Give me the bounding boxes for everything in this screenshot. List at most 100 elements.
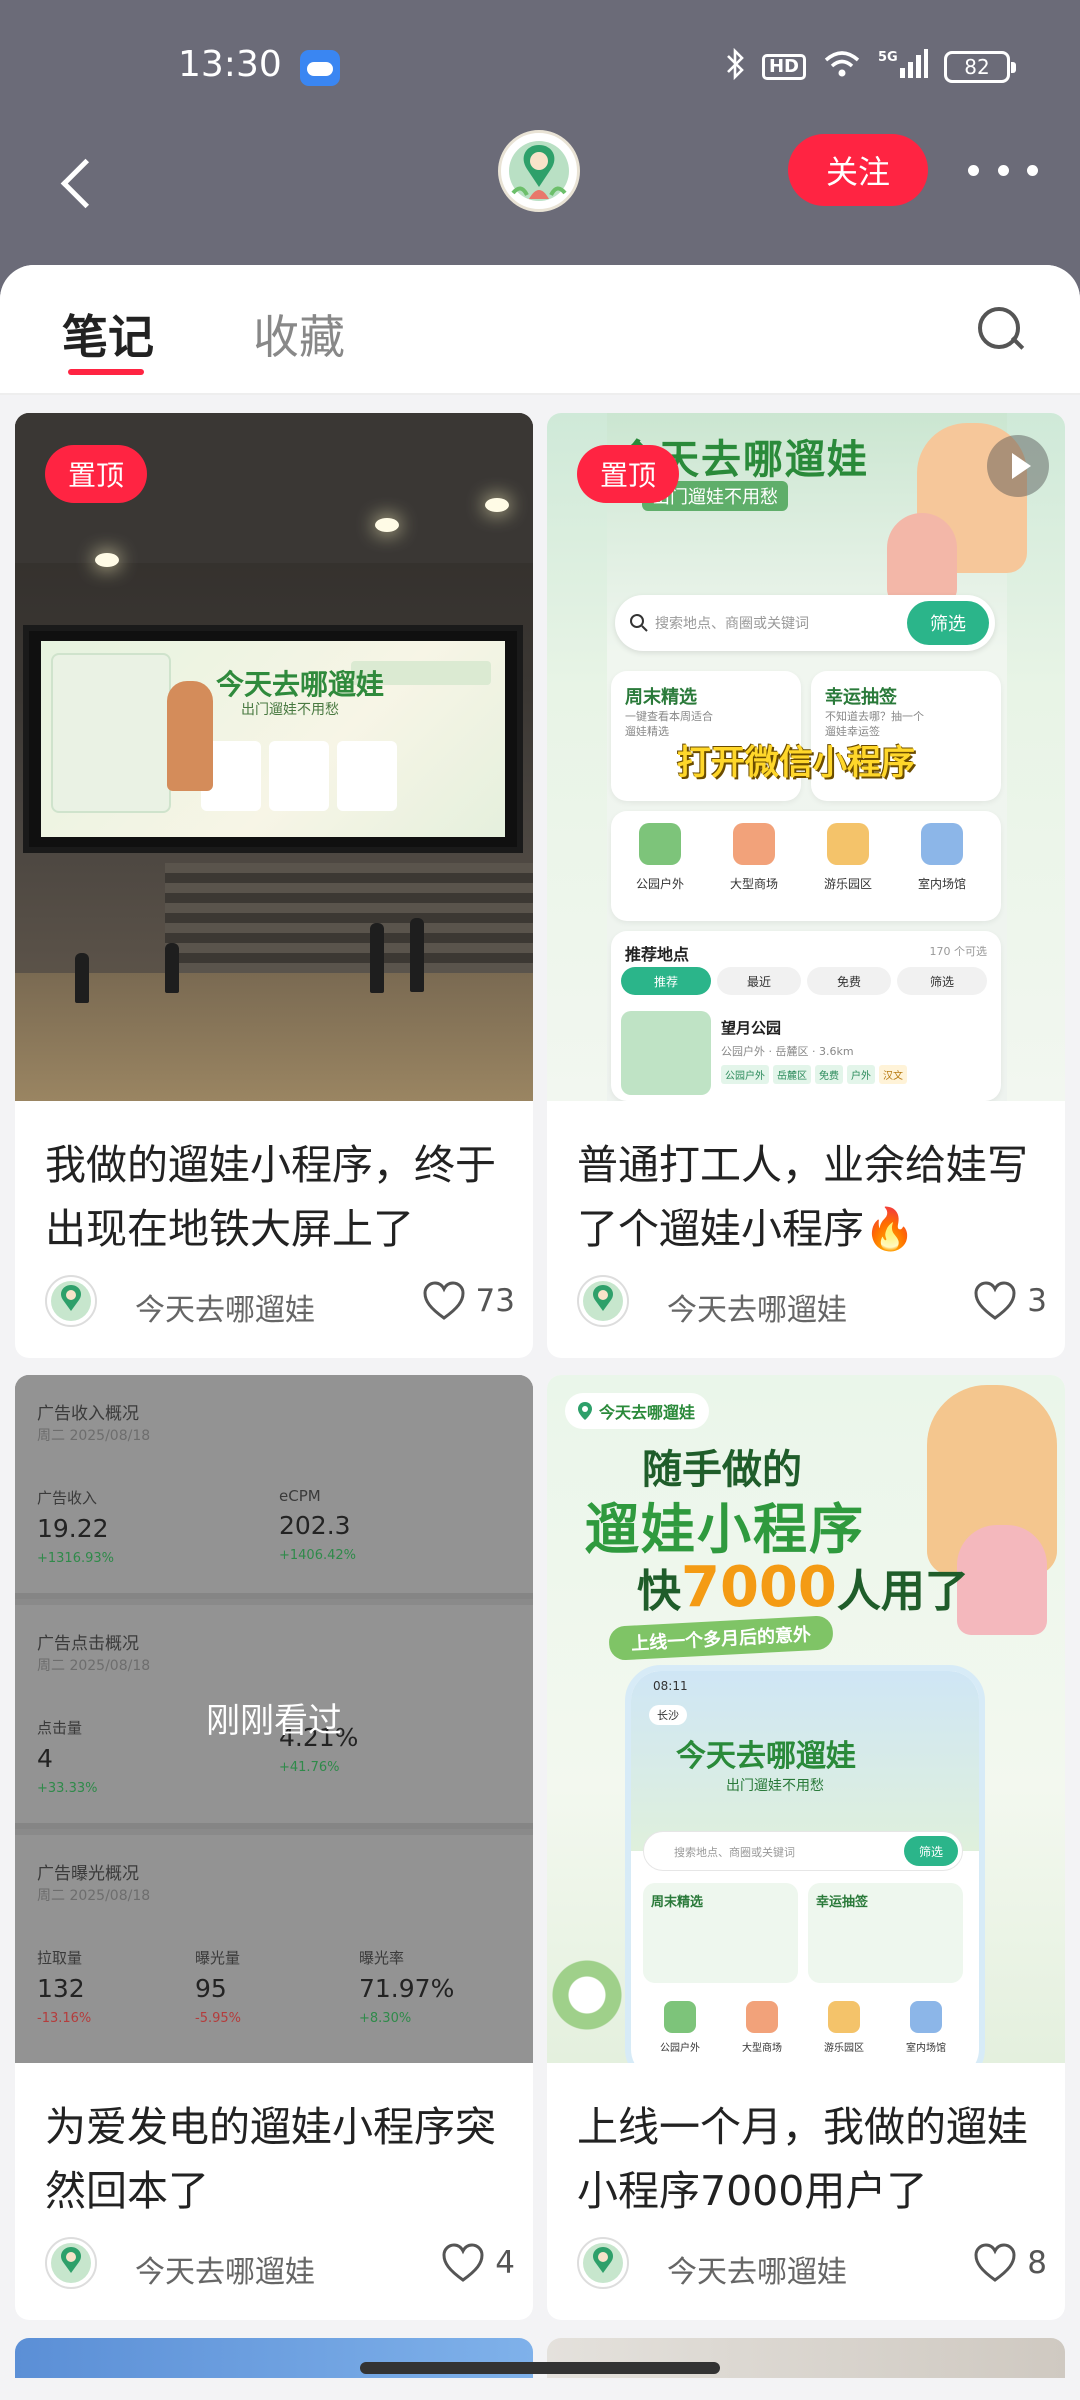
like-button[interactable]: 4 — [441, 2243, 515, 2283]
heart-icon — [442, 2243, 484, 2282]
stats-section-title: 广告点击概况 — [37, 1634, 139, 1654]
profile-avatar[interactable] — [498, 130, 580, 212]
venue-icon — [910, 2001, 942, 2033]
more-dot-icon — [968, 164, 979, 176]
app-search-placeholder: 搜索地点、商圈或关键词 — [655, 616, 809, 632]
author-name[interactable]: 今天去哪遛娃 — [667, 1285, 847, 1329]
author-name[interactable]: 今天去哪遛娃 — [135, 2247, 315, 2291]
stat-change: +8.30% — [359, 2011, 412, 2026]
app-character — [887, 513, 957, 603]
note-meta: 今天去哪遛娃 3 — [577, 1271, 1047, 1331]
poster-user-count: 7000 — [681, 1555, 837, 1620]
poster-character — [957, 1525, 1047, 1635]
search-icon — [630, 614, 648, 632]
author-avatar[interactable] — [45, 2237, 97, 2289]
poster-tag-label: 今天去哪遛娃 — [599, 1403, 696, 1422]
stat-value: 95 — [195, 1974, 227, 2003]
stat-change: -5.95% — [195, 2011, 241, 2026]
phone-location: 长沙 — [649, 1705, 687, 1725]
stat-value: 71.97% — [359, 1974, 455, 2003]
note-cover-image: 今天去哪遛娃 随手做的 遛娃小程序 快7000人用了 上线一个多月后的意外 08… — [547, 1375, 1065, 2063]
venue-icon — [921, 823, 963, 865]
like-button[interactable]: 8 — [973, 2243, 1047, 2283]
category-label: 室内场馆 — [906, 2043, 946, 2054]
phone-card-weekend: 周末精选 — [643, 1883, 798, 1983]
recommend-chip: 最近 — [717, 967, 801, 995]
home-indicator[interactable] — [360, 2362, 720, 2374]
author-name[interactable]: 今天去哪遛娃 — [667, 2247, 847, 2291]
stats-section-date: 周二 2025/08/18 — [37, 1428, 151, 1444]
stats-section-title: 广告曝光概况 — [37, 1864, 139, 1884]
author-avatar[interactable] — [577, 1275, 629, 1327]
carousel-icon — [828, 2001, 860, 2033]
note-card[interactable]: 今天去哪遛娃 出门遛娃不用愁 搜索地点、商圈或关键词 筛选 周末精选 一键查看本… — [547, 413, 1065, 1358]
phone-filter-button: 筛选 — [904, 1836, 958, 1866]
search-icon[interactable] — [976, 305, 1026, 355]
stats-section-revenue: 广告收入概况 周二 2025/08/18 广告收入 19.22 +1316.93… — [15, 1375, 533, 1599]
follow-button[interactable]: 关注 — [788, 134, 928, 206]
weather-icon — [300, 50, 340, 86]
phone-time: 08:11 — [653, 1679, 688, 1693]
hd-icon: HD — [761, 53, 806, 80]
place-name: 望月公园 — [721, 1019, 782, 1037]
stat-change: -13.16% — [37, 2011, 92, 2026]
author-avatar[interactable] — [577, 2237, 629, 2289]
recommend-chip: 筛选 — [897, 967, 987, 995]
phone-search-placeholder: 搜索地点、商圈或关键词 — [674, 1846, 795, 1859]
place-tag: 汉文 — [879, 1065, 907, 1084]
stat-change: +33.33% — [37, 1781, 98, 1796]
note-cover-image: 今天去哪遛娃 出门遛娃不用愁 搜索地点、商圈或关键词 筛选 周末精选 一键查看本… — [547, 413, 1065, 1101]
billboard-tile — [269, 741, 329, 811]
passenger — [165, 943, 179, 993]
back-button[interactable] — [42, 144, 102, 214]
wifi-icon — [822, 48, 862, 85]
phone-title: 今天去哪遛娃 — [676, 1739, 856, 1774]
content-sheet: 笔记 收藏 今天去哪遛娃 出门遛娃不用愁 置顶 我做的遛娃小程序，终于出现在地铁… — [0, 265, 1080, 2400]
park-icon — [639, 823, 681, 865]
note-title: 普通打工人，业余给娃写了个遛娃小程序🔥 — [577, 1141, 1028, 1253]
mall-icon — [746, 2001, 778, 2033]
stat-value: 4 — [37, 1744, 53, 1773]
place-tags: 公园户外 岳麓区 免费 户外 汉文 — [721, 1065, 907, 1084]
note-card[interactable]: 广告收入概况 周二 2025/08/18 广告收入 19.22 +1316.93… — [15, 1375, 533, 2320]
like-button[interactable]: 73 — [422, 1281, 515, 1321]
poster-line-3: 快7000人用了 — [637, 1555, 969, 1620]
like-button[interactable]: 3 — [973, 1281, 1047, 1321]
note-title: 我做的遛娃小程序，终于出现在地铁大屏上了 — [45, 1141, 496, 1253]
place-tag: 户外 — [847, 1065, 875, 1084]
like-count: 8 — [1027, 2245, 1047, 2281]
park-icon — [664, 2001, 696, 2033]
mall-icon — [733, 823, 775, 865]
screen-root: { "status_bar": {"time": "13:30", "netwo… — [0, 0, 1080, 2400]
note-cover-image: 广告收入概况 周二 2025/08/18 广告收入 19.22 +1316.93… — [15, 1375, 533, 2063]
note-card[interactable]: 今天去哪遛娃 随手做的 遛娃小程序 快7000人用了 上线一个多月后的意外 08… — [547, 1375, 1065, 2320]
app-card-title: 周末精选 — [625, 687, 697, 708]
place-tag: 免费 — [815, 1065, 843, 1084]
like-count: 3 — [1027, 1283, 1047, 1319]
phone-category: 室内场馆 — [889, 2001, 963, 2054]
more-options-button[interactable] — [968, 152, 1038, 188]
note-title: 上线一个月，我做的遛娃小程序7000用户了 — [577, 2103, 1028, 2215]
pinned-badge: 置顶 — [577, 445, 679, 503]
ceiling-light — [485, 498, 509, 512]
author-avatar[interactable] — [45, 1275, 97, 1327]
subway-stairs — [165, 863, 533, 983]
subway-floor — [15, 973, 533, 1101]
category-label: 公园户外 — [635, 877, 684, 891]
billboard-character — [167, 681, 213, 791]
carousel-icon — [827, 823, 869, 865]
place-thumbnail — [621, 1011, 711, 1095]
tab-collections[interactable]: 收藏 — [253, 301, 345, 367]
tab-notes[interactable]: 笔记 — [62, 301, 154, 367]
category-label: 游乐园区 — [824, 2043, 864, 2054]
stat-change: +41.76% — [279, 1760, 340, 1775]
poster-line-2: 遛娃小程序 — [585, 1498, 865, 1561]
stat-label: 拉取量 — [37, 1949, 83, 1967]
video-play-icon — [987, 435, 1049, 497]
author-name[interactable]: 今天去哪遛娃 — [135, 1285, 315, 1329]
more-dot-icon — [1027, 164, 1038, 176]
category-label: 公园户外 — [660, 2043, 700, 2054]
stat-label: 广告收入 — [37, 1489, 98, 1507]
place-tag: 岳麓区 — [773, 1065, 811, 1084]
note-card[interactable]: 今天去哪遛娃 出门遛娃不用愁 置顶 我做的遛娃小程序，终于出现在地铁大屏上了 今… — [15, 413, 533, 1358]
